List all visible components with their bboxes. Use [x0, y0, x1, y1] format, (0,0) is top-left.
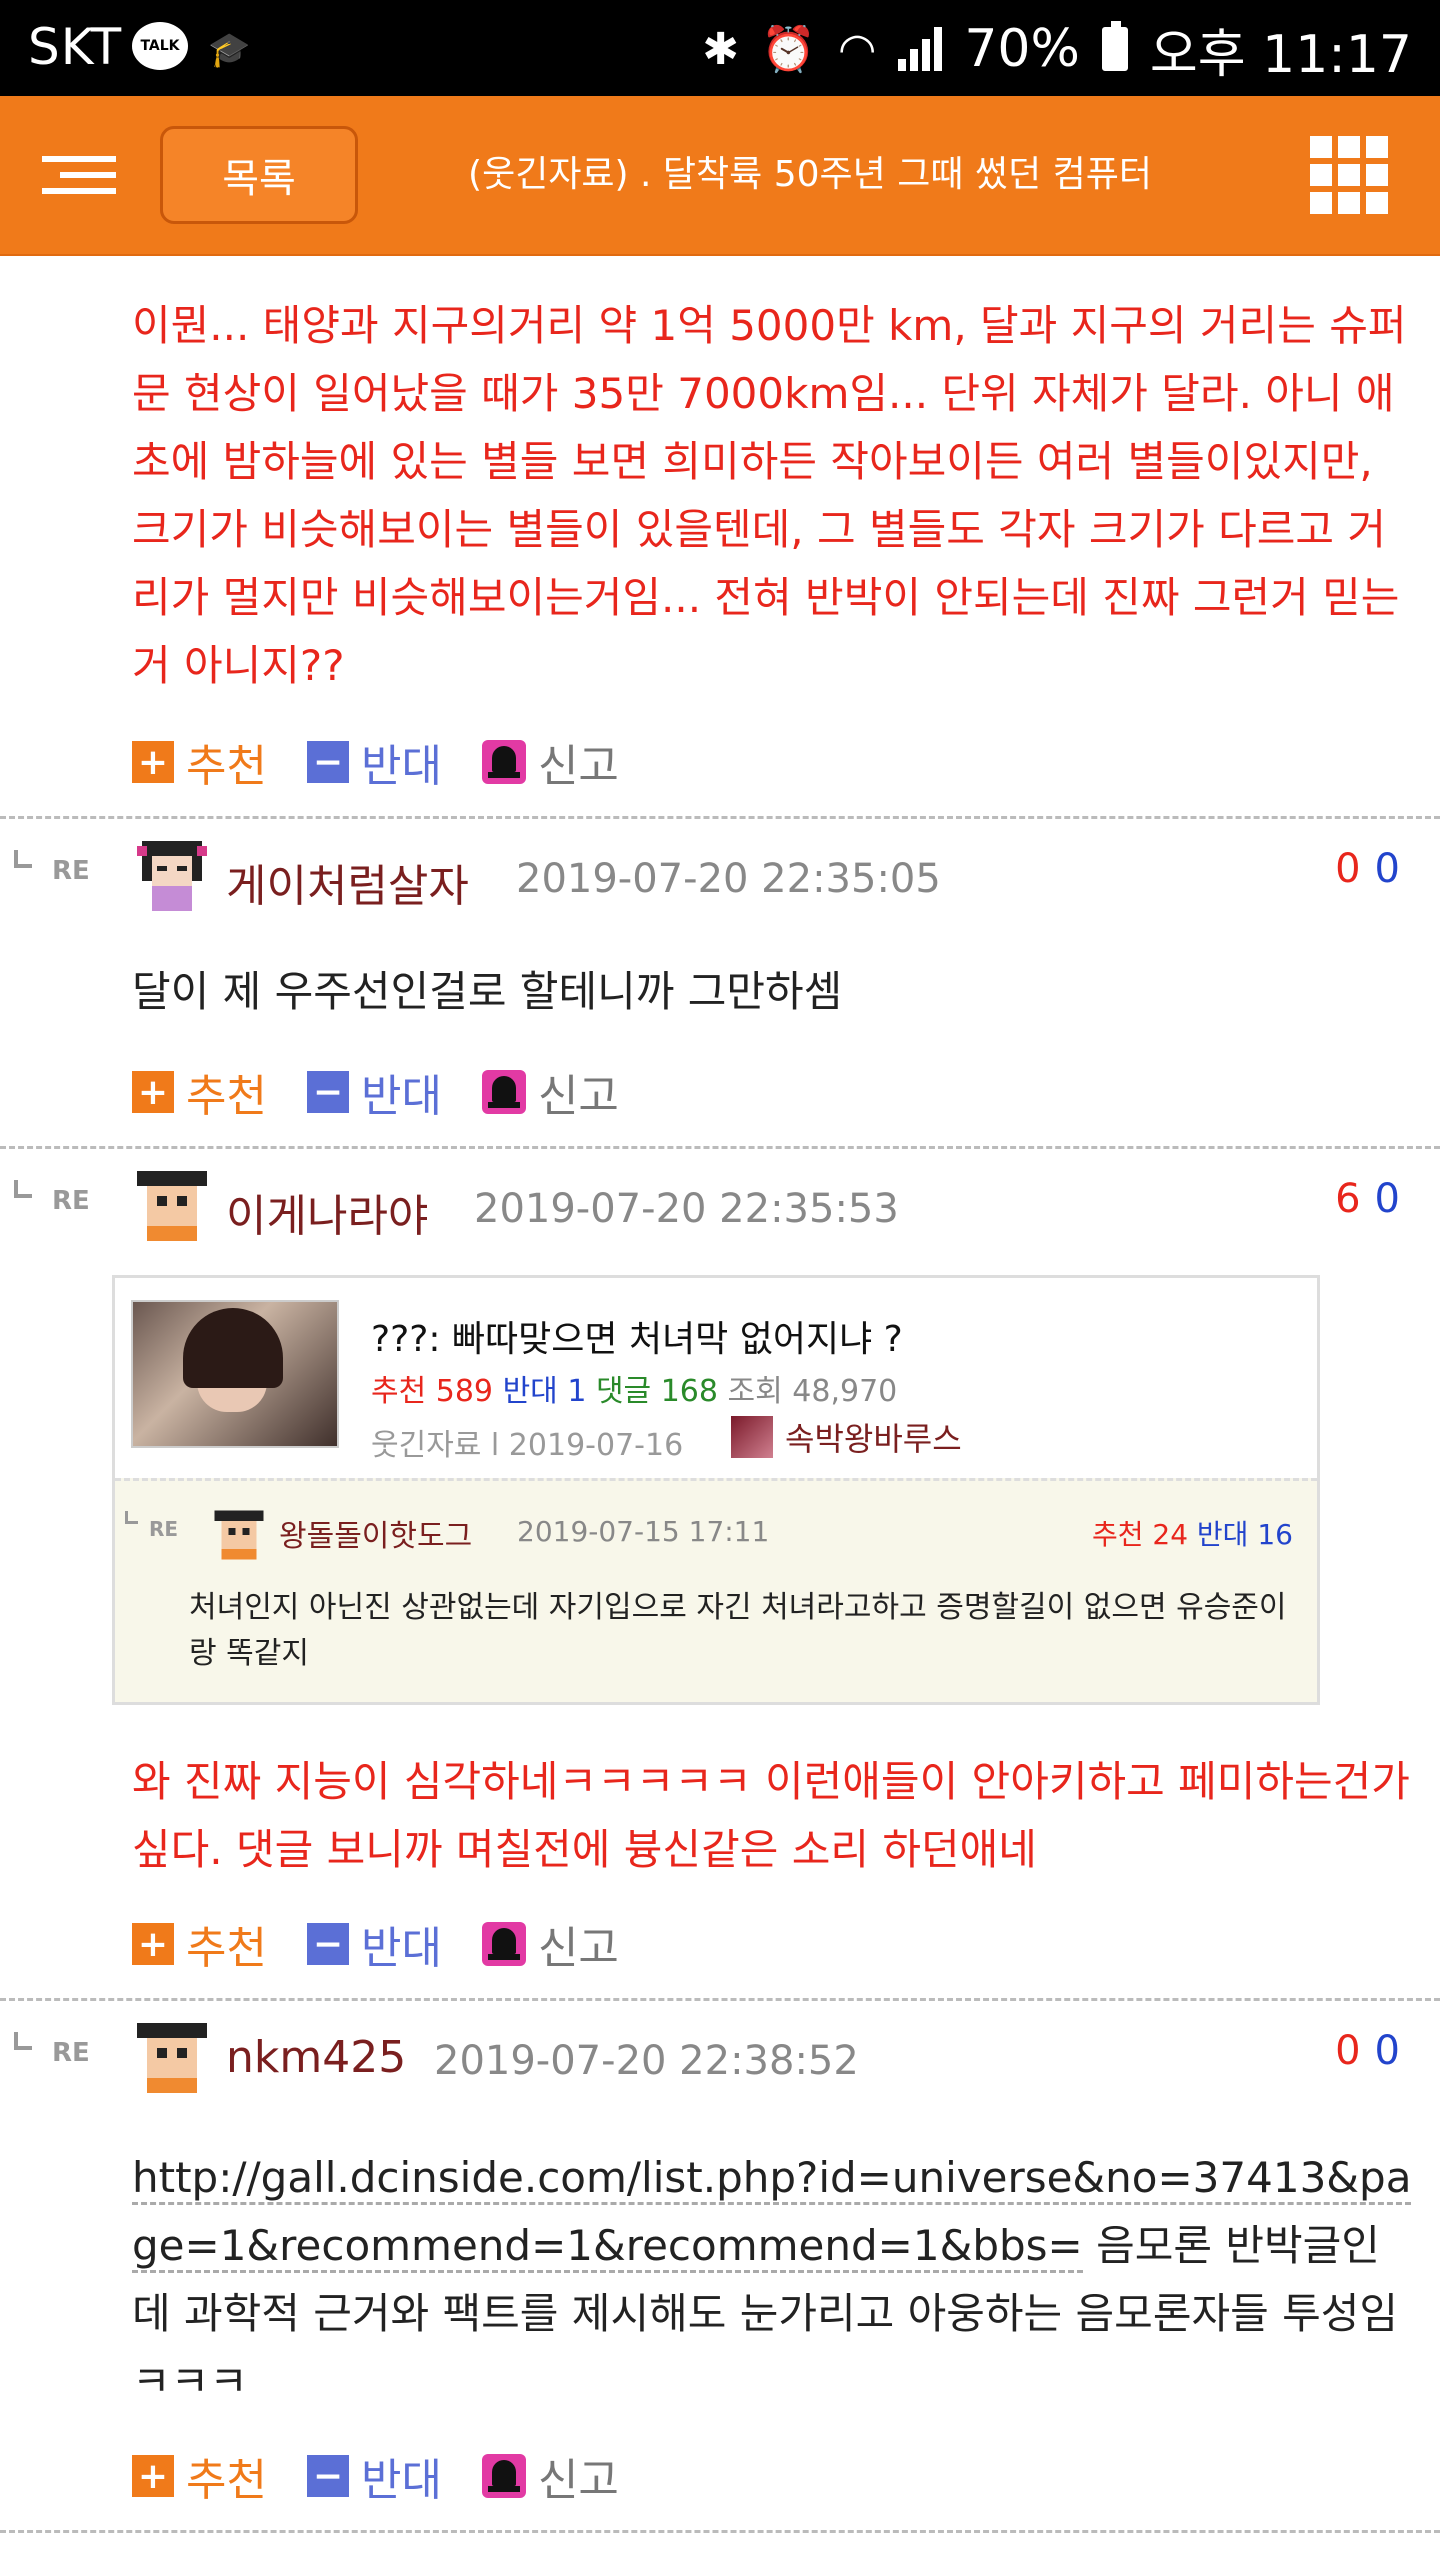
oppose-button[interactable]: − 반대: [306, 1060, 442, 1124]
comment-text: 달이 제 우주선인걸로 할테니까 그만하셈: [132, 967, 843, 1016]
embedded-reply: RE 왕돌돌이핫도그 2019-07-15 17:11 추천 24 반대 16 …: [115, 1478, 1317, 1702]
plus-icon: +: [132, 1071, 174, 1113]
comment-score: 00: [1335, 2028, 1400, 2074]
recommend-button[interactable]: + 추천: [132, 1060, 267, 1124]
apps-grid-icon[interactable]: [1310, 136, 1388, 214]
oppose-button[interactable]: − 반대: [306, 1912, 442, 1976]
avatar: [214, 1510, 264, 1560]
embedded-post-stats: 추천 589 반대 1 댓글 168 조회 48,970: [371, 1374, 898, 1409]
app-header: 목록 (웃긴자료) . 달착륙 50주년 그때 썼던 컴퓨터: [0, 96, 1440, 256]
reply-arrow-icon: RE: [12, 1180, 92, 1220]
comment-text: http://gall.dcinside.com/list.php?id=uni…: [132, 2153, 1412, 2406]
report-button[interactable]: 신고: [481, 1060, 619, 1124]
avatar: [731, 1416, 773, 1458]
comment-score: 00: [1335, 846, 1400, 892]
comment-author[interactable]: 이게나라야: [226, 1180, 428, 1244]
avatar: [137, 841, 207, 911]
minus-icon: −: [306, 1071, 349, 1113]
reply-arrow-icon: RE: [125, 1511, 178, 1541]
reply-author[interactable]: 왕돌돌이핫도그: [279, 1511, 472, 1555]
minus-icon: −: [306, 1923, 349, 1965]
oppose-button[interactable]: − 반대: [306, 730, 442, 794]
siren-icon: [481, 1922, 526, 1966]
kakaotalk-icon: TALK: [132, 22, 188, 70]
comment-date: 2019-07-20 22:38:52: [434, 2038, 859, 2084]
report-button[interactable]: 신고: [481, 2444, 619, 2508]
battery-percent: 70%: [964, 19, 1080, 79]
comment-author[interactable]: nkm425: [226, 2032, 406, 2083]
battery-icon: [1101, 21, 1128, 71]
divider: [0, 1998, 1440, 2001]
comment-author[interactable]: 게이처럼살자: [226, 850, 469, 914]
comment-text: 와 진짜 지능이 심각하네ㅋㅋㅋㅋㅋ 이런애들이 안아키하고 페미하는건가 싶다…: [132, 1757, 1410, 1874]
report-button[interactable]: 신고: [481, 1912, 619, 1976]
wifi-icon: ◠: [837, 23, 877, 75]
recommend-button[interactable]: + 추천: [132, 730, 267, 794]
comment-actions: + 추천 − 반대 신고: [132, 734, 659, 792]
signal-icon: [898, 27, 943, 71]
divider: [0, 2530, 1440, 2533]
menu-icon[interactable]: [42, 156, 116, 196]
plus-icon: +: [132, 2455, 174, 2497]
reply-score: 추천 24 반대 16: [1091, 1518, 1293, 1551]
siren-icon: [481, 2454, 526, 2498]
embedded-post-author[interactable]: 속박왕바루스: [731, 1414, 962, 1460]
oppose-button[interactable]: − 반대: [306, 2444, 442, 2508]
status-bar: SKT TALK 🎓 ✱ ⏰ ◠ 70% 오후 11:17: [0, 0, 1440, 96]
embedded-post-card[interactable]: ???: 빠따맞으면 처녀막 없어지냐 ? 추천 589 반대 1 댓글 168…: [112, 1275, 1320, 1705]
alarm-icon: ⏰: [761, 24, 816, 75]
graduation-cap-icon: 🎓: [208, 30, 251, 70]
embedded-post-title[interactable]: ???: 빠따맞으면 처녀막 없어지냐 ?: [371, 1310, 903, 1362]
embedded-post-meta: 웃긴자료 l 2019-07-16: [371, 1428, 684, 1463]
post-thumbnail: [131, 1300, 339, 1448]
reply-arrow-icon: RE: [12, 850, 92, 890]
clock: 오후 11:17: [1149, 24, 1412, 85]
divider: [0, 1146, 1440, 1149]
comment-actions: + 추천 − 반대 신고: [132, 2448, 659, 2506]
avatar: [137, 1171, 207, 1241]
recommend-button[interactable]: + 추천: [132, 1912, 267, 1976]
carrier-label: SKT: [28, 18, 123, 76]
siren-icon: [481, 740, 526, 784]
minus-icon: −: [306, 2455, 349, 2497]
plus-icon: +: [132, 741, 174, 783]
minus-icon: −: [306, 741, 349, 783]
comment-date: 2019-07-20 22:35:53: [474, 1186, 899, 1232]
reply-date: 2019-07-15 17:11: [517, 1515, 770, 1548]
recommend-button[interactable]: + 추천: [132, 2444, 267, 2508]
avatar: [137, 2023, 207, 2093]
comment-text: 이뭔... 태양과 지구의거리 약 1억 5000만 km, 달과 지구의 거리…: [132, 301, 1407, 690]
comment-actions: + 추천 − 반대 신고: [132, 1064, 659, 1122]
comment-score: 60: [1335, 1176, 1400, 1222]
comment-actions: + 추천 − 반대 신고: [132, 1916, 659, 1974]
siren-icon: [481, 1070, 526, 1114]
report-button[interactable]: 신고: [481, 730, 619, 794]
list-button[interactable]: 목록: [160, 126, 358, 224]
reply-text: 처녀인지 아닌진 상관없는데 자기입으로 자긴 처녀라고하고 증명할길이 없으면…: [189, 1590, 1287, 1671]
comment-date: 2019-07-20 22:35:05: [516, 856, 941, 902]
reply-arrow-icon: RE: [12, 2032, 92, 2072]
bluetooth-icon: ✱: [702, 23, 740, 75]
plus-icon: +: [132, 1923, 174, 1965]
page-title: (웃긴자료) . 달착륙 50주년 그때 썼던 컴퓨터: [468, 154, 1152, 195]
divider: [0, 816, 1440, 819]
